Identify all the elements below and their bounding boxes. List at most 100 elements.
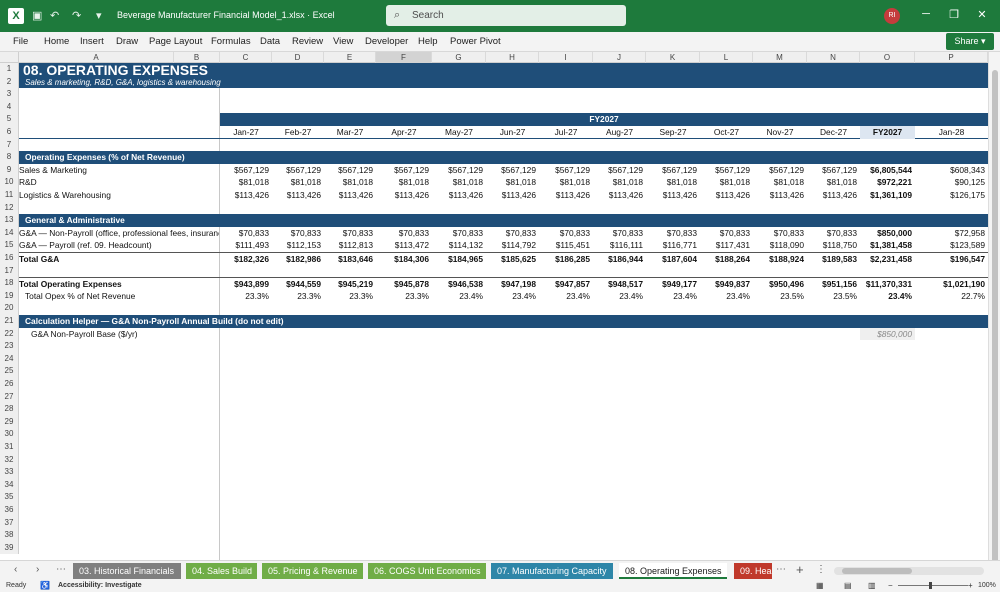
row-header-28[interactable]: 28 [0,403,19,416]
row-header-33[interactable]: 33 [0,466,19,479]
row-header-31[interactable]: 31 [0,441,19,454]
row-ga-nonpayroll-value[interactable]: $70,833 [593,227,646,240]
row-logistics-label[interactable]: Logistics & Warehousing [19,189,219,202]
row-header-15[interactable]: 15 [0,239,19,252]
row-ga-nonpayroll-value[interactable]: $70,833 [700,227,753,240]
row-rnd-value[interactable]: $81,018 [700,176,753,189]
row-ga-nonpayroll-value[interactable]: $70,833 [220,227,272,240]
zoom-level[interactable]: 100% [978,582,996,589]
row-sales-marketing-value[interactable]: $567,129 [807,164,860,177]
row-total-ga-value[interactable]: $189,583 [807,253,860,266]
row-header-6[interactable]: 6 [0,126,19,139]
row-ga-payroll-value[interactable]: $116,111 [593,239,646,252]
column-header-a[interactable]: A [19,52,174,63]
column-header-i[interactable]: I [539,52,593,63]
row-ga-nonpayroll-value[interactable]: $70,833 [807,227,860,240]
row-sales-marketing-value[interactable]: $567,129 [220,164,272,177]
customize-qat-icon[interactable]: ▾ [96,9,102,22]
accessibility-status[interactable]: Accessibility: Investigate [58,582,142,589]
row-ga-nonpayroll-value[interactable]: $70,833 [376,227,432,240]
row-header-12[interactable]: 12 [0,201,19,215]
row-opex-pct-value[interactable]: 23.4% [646,290,700,303]
row-ga-nonpayroll-value[interactable]: $70,833 [646,227,700,240]
column-header-n[interactable]: N [807,52,860,63]
sheet-tab[interactable]: 09. Hea [734,563,772,579]
more-sheets-right-icon[interactable]: ⋯ [776,564,786,575]
row-rnd-value[interactable]: $81,018 [220,176,272,189]
row-logistics-value[interactable]: $113,426 [220,189,272,202]
row-ga-nonpayroll-value[interactable]: $70,833 [432,227,486,240]
month-header[interactable]: Nov-27 [753,126,807,139]
tab-home[interactable]: Home [44,36,69,47]
row-header-14[interactable]: 14 [0,226,19,240]
row-total-ga-value[interactable]: $184,965 [432,253,486,266]
row-opex-pct-value[interactable]: 23.4% [539,290,593,303]
row-opex-pct-label[interactable]: Total Opex % of Net Revenue [25,290,219,303]
row-rnd-value[interactable]: $972,221 [860,176,915,189]
row-ga-nonpayroll-value[interactable]: $70,833 [539,227,593,240]
tab-view[interactable]: View [333,36,353,47]
row-opex-pct-value[interactable]: 23.4% [700,290,753,303]
column-header-e[interactable]: E [324,52,376,63]
month-header[interactable]: Dec-27 [807,126,860,139]
column-header-j[interactable]: J [593,52,646,63]
row-header-37[interactable]: 37 [0,516,19,530]
month-header[interactable]: FY2027 [860,126,915,139]
row-sales-marketing-value[interactable]: $6,805,544 [860,164,915,177]
row-ga-nonpayroll-value[interactable]: $70,833 [753,227,807,240]
row-sales-marketing-value[interactable]: $567,129 [324,164,376,177]
row-ga-payroll-value[interactable]: $118,750 [807,239,860,252]
month-header[interactable]: Apr-27 [376,126,432,139]
row-header-35[interactable]: 35 [0,491,19,504]
column-header-m[interactable]: M [753,52,807,63]
more-sheets-icon[interactable]: ⋯ [56,564,66,575]
row-ga-payroll-value[interactable]: $118,090 [753,239,807,252]
month-header[interactable]: Mar-27 [324,126,376,139]
row-header-23[interactable]: 23 [0,340,19,353]
row-rnd-value[interactable]: $81,018 [272,176,324,189]
row-header-27[interactable]: 27 [0,390,19,404]
row-total-ga-value[interactable]: $186,285 [539,253,593,266]
row-sales-marketing-value[interactable]: $567,129 [646,164,700,177]
sheet-tab[interactable]: 05. Pricing & Revenue [262,563,363,579]
row-header-7[interactable]: 7 [0,138,19,152]
row-opex-pct-value[interactable]: 23.3% [324,290,376,303]
row-rnd-value[interactable]: $90,125 [915,176,988,189]
row-ga-nonpayroll-label[interactable]: G&A — Non-Payroll (office, professional … [19,227,219,240]
row-rnd-value[interactable]: $81,018 [646,176,700,189]
sheet-tab[interactable]: 07. Manufacturing Capacity [491,563,613,579]
row-header-5[interactable]: 5 [0,113,19,126]
column-header-g[interactable]: G [432,52,486,63]
search-box[interactable]: ⌕ Search [386,5,626,26]
row-header-10[interactable]: 10 [0,176,19,189]
row-header-9[interactable]: 9 [0,163,19,177]
row-ga-payroll-value[interactable]: $111,493 [220,239,272,252]
row-rnd-value[interactable]: $81,018 [807,176,860,189]
row-rnd-value[interactable]: $81,018 [486,176,539,189]
row-header-17[interactable]: 17 [0,264,19,278]
column-header-c[interactable]: C [220,52,272,63]
row-ga-nonpayroll-value[interactable]: $850,000 [860,227,915,240]
row-total-ga-value[interactable]: $185,625 [486,253,539,266]
row-sales-marketing-value[interactable]: $567,129 [700,164,753,177]
row-logistics-value[interactable]: $113,426 [807,189,860,202]
row-header-21[interactable]: 21 [0,315,19,328]
month-header[interactable]: Jan-27 [220,126,272,139]
next-sheet-icon[interactable]: › [36,564,39,575]
row-sales-marketing-value[interactable]: $567,129 [593,164,646,177]
row-header-3[interactable]: 3 [0,88,19,101]
row-header-29[interactable]: 29 [0,415,19,429]
page-break-view-icon[interactable]: ▥ [868,581,876,590]
row-sales-marketing-value[interactable]: $567,129 [376,164,432,177]
sheet-tab[interactable]: 04. Sales Build [186,563,257,579]
vertical-scrollbar[interactable] [988,52,1000,590]
row-opex-pct-value[interactable]: 22.7% [915,290,988,303]
row-header-36[interactable]: 36 [0,504,19,517]
row-header-30[interactable]: 30 [0,428,19,441]
tab-review[interactable]: Review [292,36,323,47]
restore-icon[interactable]: ❐ [944,8,964,21]
row-total-ga-value[interactable]: $188,264 [700,253,753,266]
row-sales-marketing-value[interactable]: $567,129 [272,164,324,177]
row-total-ga-value[interactable]: $188,924 [753,253,807,266]
zoom-in-icon[interactable]: + [968,581,973,590]
